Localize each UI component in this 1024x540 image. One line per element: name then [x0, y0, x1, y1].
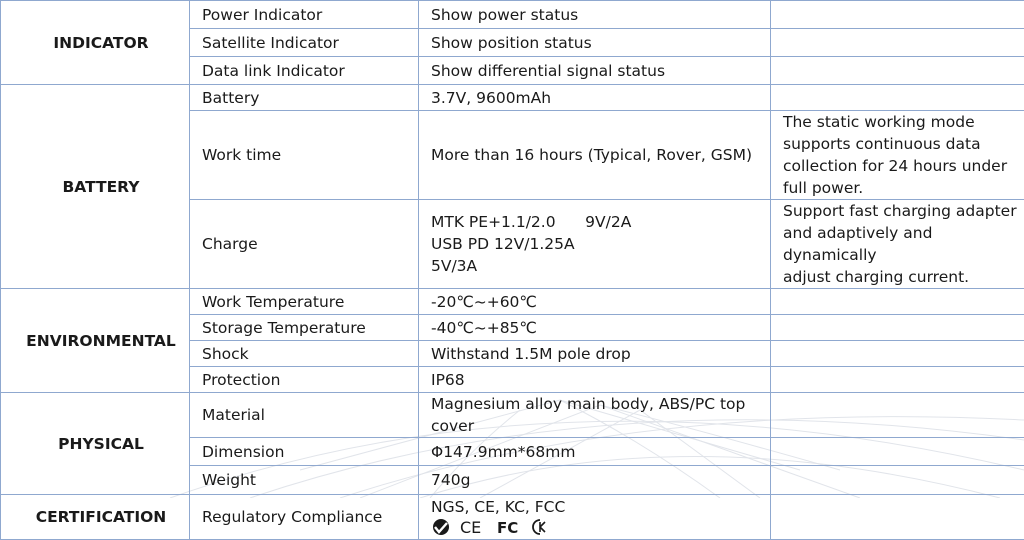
note-line: supports continuous data	[783, 133, 1024, 155]
category-label: PHYSICAL	[1, 393, 190, 495]
item-value: NGS, CE, KC, FCC CE FC	[419, 495, 771, 540]
value-line: MTK PE+1.1/2.0 9V/2A	[431, 211, 770, 233]
note-line: The static working mode	[783, 111, 1024, 133]
item-value: Magnesium alloy main body, ABS/PC top co…	[419, 393, 771, 438]
item-label: Data link Indicator	[190, 57, 419, 85]
fcc-mark-icon: FC	[497, 518, 523, 536]
item-label: Satellite Indicator	[190, 29, 419, 57]
item-label: Work time	[190, 111, 419, 200]
item-label: Work Temperature	[190, 289, 419, 315]
item-value: Show power status	[419, 1, 771, 29]
table-row: INDICATOR Power Indicator Show power sta…	[1, 1, 1024, 29]
item-label: Weight	[190, 466, 419, 495]
value-line: USB PD 12V/1.25A	[431, 233, 770, 255]
ce-mark-text: CE	[460, 518, 481, 536]
note-line: adjust charging current.	[783, 266, 1024, 288]
item-note: Support fast charging adapter and adapti…	[771, 200, 1024, 289]
item-note: The static working mode supports continu…	[771, 111, 1024, 200]
fcc-mark-text: FC	[497, 519, 518, 536]
item-label: Material	[190, 393, 419, 438]
item-label: Storage Temperature	[190, 315, 419, 341]
item-note	[771, 367, 1024, 393]
item-value: Withstand 1.5M pole drop	[419, 341, 771, 367]
item-label: Dimension	[190, 438, 419, 466]
kc-mark-icon	[531, 518, 549, 536]
item-note	[771, 341, 1024, 367]
ce-mark-icon: CE	[459, 518, 489, 536]
item-note	[771, 393, 1024, 438]
cert-list: NGS, CE, KC, FCC	[431, 496, 770, 518]
item-value: Φ147.9mm*68mm	[419, 438, 771, 466]
item-label: Shock	[190, 341, 419, 367]
item-label: Charge	[190, 200, 419, 289]
table-row: ENVIRONMENTAL Work Temperature -20℃~+60℃	[1, 289, 1024, 315]
item-value: Show differential signal status	[419, 57, 771, 85]
table-row: PHYSICAL Material Magnesium alloy main b…	[1, 393, 1024, 438]
note-line: collection for 24 hours under	[783, 155, 1024, 177]
item-value: 3.7V, 9600mAh	[419, 85, 771, 111]
spec-table: INDICATOR Power Indicator Show power sta…	[0, 0, 1024, 540]
item-label: Regulatory Compliance	[190, 495, 419, 540]
item-note	[771, 1, 1024, 29]
item-note	[771, 29, 1024, 57]
item-label: Battery	[190, 85, 419, 111]
table-row: BATTERY Battery 3.7V, 9600mAh	[1, 85, 1024, 111]
item-note	[771, 466, 1024, 495]
item-value: MTK PE+1.1/2.0 9V/2A USB PD 12V/1.25A 5V…	[419, 200, 771, 289]
item-label: Protection	[190, 367, 419, 393]
item-note	[771, 438, 1024, 466]
ngs-logo-icon	[431, 518, 451, 536]
item-label: Power Indicator	[190, 1, 419, 29]
category-label: ENVIRONMENTAL	[1, 289, 190, 393]
cert-marks: CE FC	[431, 516, 770, 538]
item-note	[771, 57, 1024, 85]
item-note	[771, 495, 1024, 540]
item-value: IP68	[419, 367, 771, 393]
note-line: and adaptively and dynamically	[783, 222, 1024, 266]
item-note	[771, 289, 1024, 315]
value-line: 5V/3A	[431, 255, 770, 277]
item-note	[771, 315, 1024, 341]
note-line: full power.	[783, 177, 1024, 199]
category-label: INDICATOR	[1, 1, 190, 85]
table-row: CERTIFICATION Regulatory Compliance NGS,…	[1, 495, 1024, 540]
item-note	[771, 85, 1024, 111]
item-value: More than 16 hours (Typical, Rover, GSM)	[419, 111, 771, 200]
item-value: -20℃~+60℃	[419, 289, 771, 315]
category-label: CERTIFICATION	[1, 495, 190, 540]
item-value: 740g	[419, 466, 771, 495]
item-value: Show position status	[419, 29, 771, 57]
category-label: BATTERY	[1, 85, 190, 289]
item-value: -40℃~+85℃	[419, 315, 771, 341]
note-line: Support fast charging adapter	[783, 200, 1024, 222]
